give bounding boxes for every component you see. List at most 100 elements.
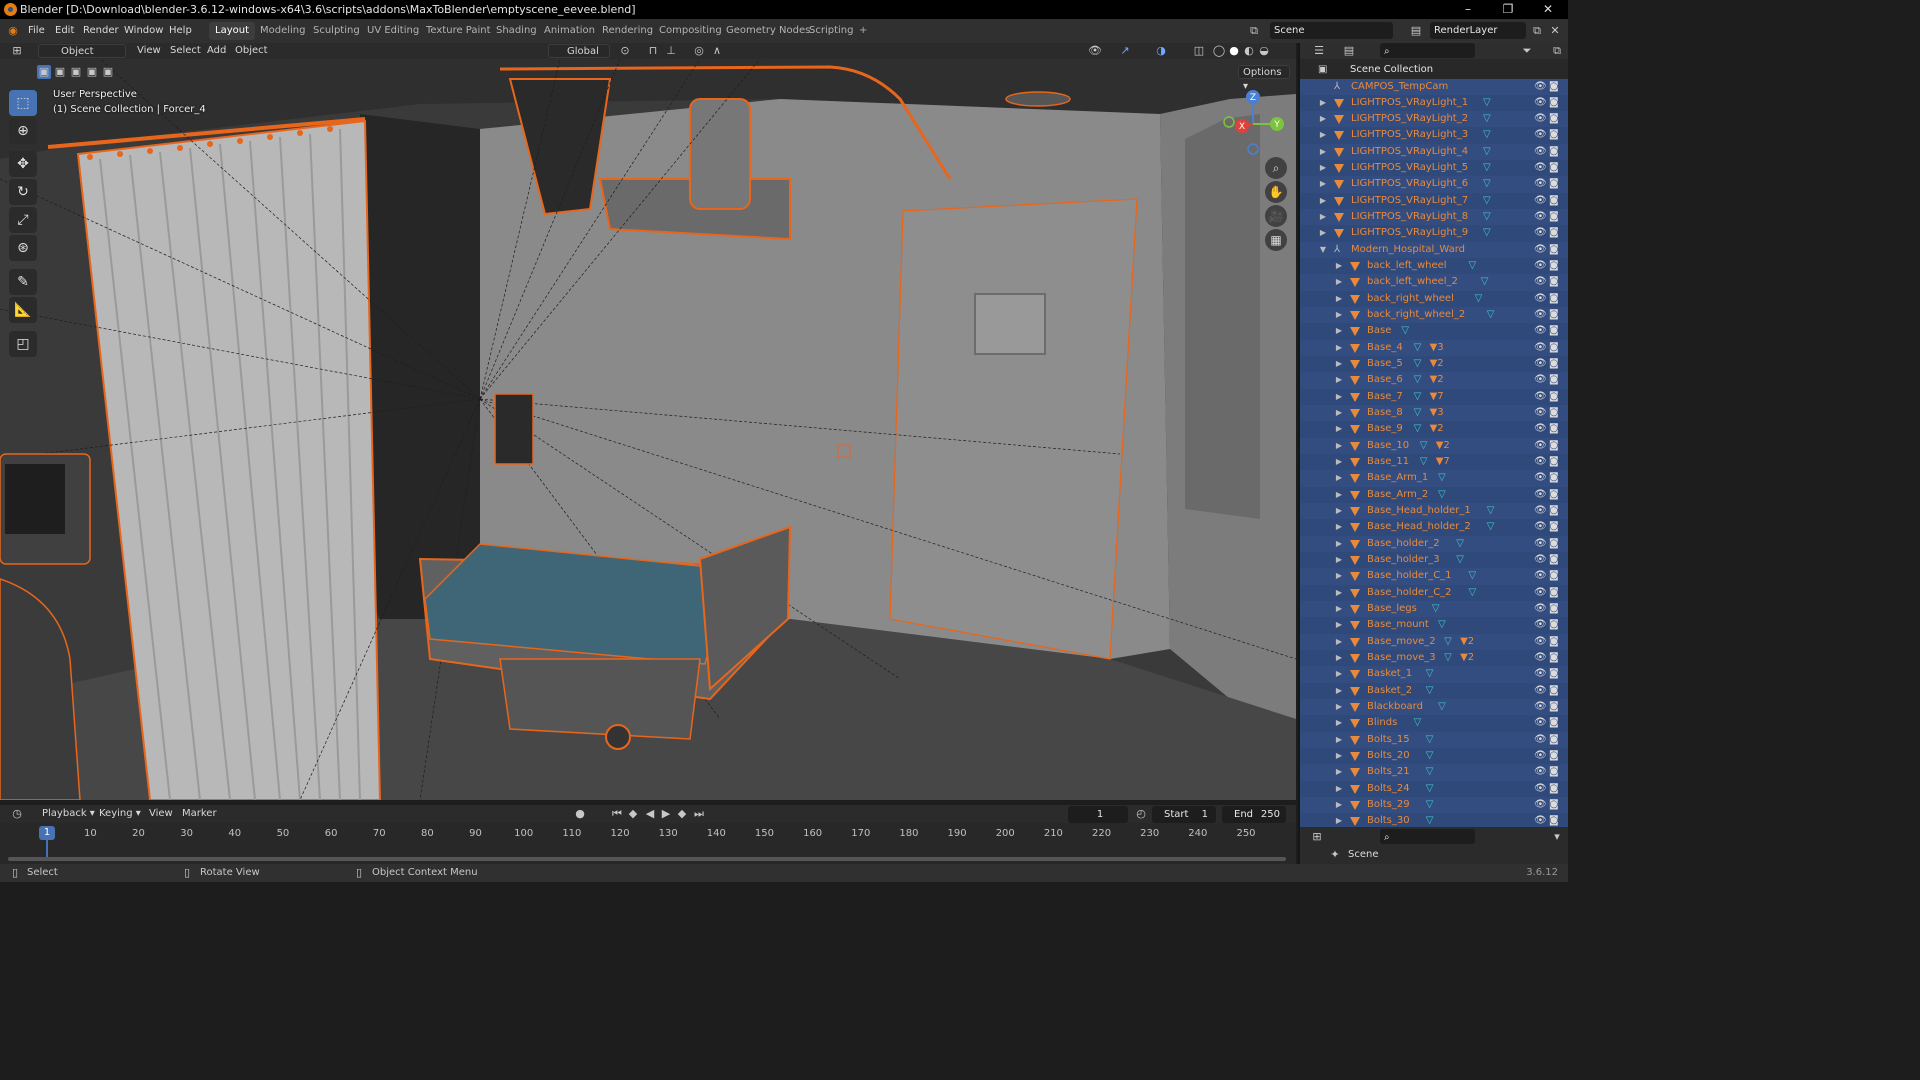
- close-button[interactable]: ✕: [1528, 0, 1568, 19]
- visibility-eye-icon[interactable]: 👁: [1534, 111, 1547, 127]
- select-invert-icon[interactable]: ▣: [85, 65, 99, 79]
- transform-tool-icon[interactable]: ⊛: [9, 235, 37, 261]
- mesh-data-icon[interactable]: ▽: [1469, 585, 1477, 601]
- properties-editor-icon[interactable]: ⊞: [1310, 830, 1324, 844]
- render-camera-icon[interactable]: ◙: [1549, 470, 1559, 486]
- visibility-eye-icon[interactable]: 👁: [1534, 536, 1547, 552]
- material-count-icon[interactable]: ▼2: [1460, 650, 1474, 666]
- material-count-icon[interactable]: ▼3: [1430, 405, 1444, 421]
- visibility-eye-icon[interactable]: 👁: [1534, 127, 1547, 143]
- end-frame-field[interactable]: End 250: [1222, 806, 1286, 823]
- mesh-data-icon[interactable]: ▽: [1438, 470, 1446, 486]
- expand-arrow-icon[interactable]: ▶: [1334, 340, 1344, 356]
- outliner-search-input[interactable]: ⌕: [1380, 43, 1475, 58]
- timeline-body[interactable]: 1102030405060708090100110120130140150160…: [0, 823, 1296, 864]
- visibility-eye-icon[interactable]: 👁: [1534, 699, 1547, 715]
- menu-add[interactable]: Add: [203, 44, 230, 58]
- visibility-eye-icon[interactable]: 👁: [1534, 95, 1547, 111]
- play-reverse-icon[interactable]: ◀: [643, 807, 657, 821]
- expand-arrow-icon[interactable]: ▶: [1334, 732, 1344, 748]
- mesh-data-icon[interactable]: ▽: [1420, 438, 1428, 454]
- mesh-data-icon[interactable]: ▽: [1487, 503, 1495, 519]
- mesh-data-icon[interactable]: ▽: [1414, 372, 1422, 388]
- menu-file[interactable]: File: [28, 19, 45, 43]
- visibility-eye-icon[interactable]: 👁: [1534, 209, 1547, 225]
- expand-arrow-icon[interactable]: ▶: [1334, 568, 1344, 584]
- visibility-eye-icon[interactable]: 👁: [1534, 421, 1547, 437]
- tab-shading[interactable]: Shading: [490, 22, 543, 40]
- visibility-eye-icon[interactable]: 👁: [1534, 683, 1547, 699]
- visibility-eye-icon[interactable]: 👁: [1534, 176, 1547, 192]
- camera-view-icon[interactable]: 🎥: [1265, 205, 1287, 227]
- expand-arrow-icon[interactable]: ▶: [1334, 585, 1344, 601]
- visibility-eye-icon[interactable]: 👁: [1534, 258, 1547, 274]
- expand-arrow-icon[interactable]: ▶: [1318, 225, 1328, 241]
- mesh-data-icon[interactable]: ▽: [1438, 699, 1446, 715]
- render-camera-icon[interactable]: ◙: [1549, 225, 1559, 241]
- mesh-data-icon[interactable]: ▽: [1401, 323, 1409, 339]
- outliner-item[interactable]: ▶ LIGHTPOS_VRayLight_5 ▽ 👁 ◙: [1300, 160, 1568, 177]
- mesh-data-icon[interactable]: ▽: [1483, 127, 1491, 143]
- outliner-item[interactable]: ▶ Base_Arm_1 ▽ 👁 ◙: [1300, 470, 1568, 487]
- mesh-data-icon[interactable]: ▽: [1483, 160, 1491, 176]
- material-count-icon[interactable]: ▼2: [1430, 356, 1444, 372]
- select-intersect-icon[interactable]: ▣: [101, 65, 115, 79]
- outliner-item[interactable]: ▶ Base_10 ▽ ▼2 👁 ◙: [1300, 437, 1568, 455]
- record-icon[interactable]: ●: [573, 807, 587, 821]
- mesh-data-icon[interactable]: ▽: [1426, 732, 1434, 748]
- outliner-item[interactable]: ▶ LIGHTPOS_VRayLight_2 ▽ 👁 ◙: [1300, 111, 1568, 128]
- expand-arrow-icon[interactable]: ▶: [1334, 552, 1344, 568]
- expand-arrow-icon[interactable]: ▶: [1334, 454, 1344, 470]
- expand-arrow-icon[interactable]: ▶: [1334, 291, 1344, 307]
- visibility-eye-icon[interactable]: 👁: [1534, 79, 1547, 95]
- outliner-item[interactable]: ▶ Bolts_20 ▽ 👁 ◙: [1300, 748, 1568, 765]
- outliner-item[interactable]: ▶ Basket_2 ▽ 👁 ◙: [1300, 682, 1568, 699]
- visibility-eye-icon[interactable]: 👁: [1534, 617, 1547, 633]
- outliner-item[interactable]: ▶ back_left_wheel_2 ▽ 👁 ◙: [1300, 274, 1568, 291]
- snap-icon[interactable]: ⊓: [646, 44, 660, 58]
- material-count-icon[interactable]: ▼2: [1430, 421, 1444, 437]
- material-count-icon[interactable]: ▼7: [1436, 454, 1450, 470]
- visibility-eye-icon[interactable]: 👁: [1534, 470, 1547, 486]
- render-camera-icon[interactable]: ◙: [1549, 340, 1559, 356]
- menu-view[interactable]: View: [133, 44, 165, 58]
- render-camera-icon[interactable]: ◙: [1549, 144, 1559, 160]
- tab-texture-paint[interactable]: Texture Paint: [420, 22, 497, 40]
- outliner-item[interactable]: ▶ LIGHTPOS_VRayLight_1 ▽ 👁 ◙: [1300, 94, 1568, 112]
- jump-start-icon[interactable]: ⏮: [610, 807, 624, 821]
- outliner-root[interactable]: ▣ Scene Collection: [1300, 62, 1568, 78]
- outliner-item[interactable]: ▶ Base_Head_holder_1 ▽ 👁 ◙: [1300, 503, 1568, 520]
- expand-arrow-icon[interactable]: ▶: [1318, 193, 1328, 209]
- render-camera-icon[interactable]: ◙: [1549, 438, 1559, 454]
- menu-playback[interactable]: Playback ▾: [38, 807, 99, 821]
- expand-arrow-icon[interactable]: ▶: [1334, 503, 1344, 519]
- solid-shading-icon[interactable]: ●: [1227, 44, 1241, 58]
- overlay-toggle-icon[interactable]: ◑: [1154, 44, 1168, 58]
- material-count-icon[interactable]: ▼3: [1430, 340, 1444, 356]
- outliner-item[interactable]: ▶ Base_legs ▽ 👁 ◙: [1300, 601, 1568, 618]
- new-collection-icon[interactable]: ⧉: [1550, 44, 1564, 58]
- render-camera-icon[interactable]: ◙: [1549, 372, 1559, 388]
- render-camera-icon[interactable]: ◙: [1549, 176, 1559, 192]
- tab-modeling[interactable]: Modeling: [254, 22, 312, 40]
- visibility-eye-icon[interactable]: 👁: [1534, 340, 1547, 356]
- visibility-eye-icon[interactable]: 👁: [1534, 781, 1547, 797]
- outliner-item[interactable]: ▶ Base_5 ▽ ▼2 👁 ◙: [1300, 356, 1568, 373]
- cursor-tool-icon[interactable]: ⊕: [9, 118, 37, 144]
- mesh-data-icon[interactable]: ▽: [1426, 764, 1434, 780]
- outliner-item[interactable]: ▶ Base_Arm_2 ▽ 👁 ◙: [1300, 486, 1568, 504]
- current-frame-field[interactable]: 1: [1068, 806, 1128, 823]
- expand-arrow-icon[interactable]: ▶: [1334, 764, 1344, 780]
- outliner-item[interactable]: ▶ Base_holder_3 ▽ 👁 ◙: [1300, 552, 1568, 569]
- render-camera-icon[interactable]: ◙: [1549, 781, 1559, 797]
- menu-edit[interactable]: Edit: [55, 19, 74, 43]
- expand-arrow-icon[interactable]: ▶: [1334, 356, 1344, 372]
- visibility-eye-icon[interactable]: 👁: [1534, 274, 1547, 290]
- annotate-tool-icon[interactable]: ✎: [9, 269, 37, 295]
- add-workspace-button[interactable]: +: [853, 22, 873, 40]
- expand-arrow-icon[interactable]: ▶: [1334, 715, 1344, 731]
- select-new-icon[interactable]: ▣: [37, 65, 51, 79]
- mesh-data-icon[interactable]: ▽: [1426, 666, 1434, 682]
- outliner-item[interactable]: ▶ Bolts_24 ▽ 👁 ◙: [1300, 780, 1568, 797]
- visibility-eye-icon[interactable]: 👁: [1534, 160, 1547, 176]
